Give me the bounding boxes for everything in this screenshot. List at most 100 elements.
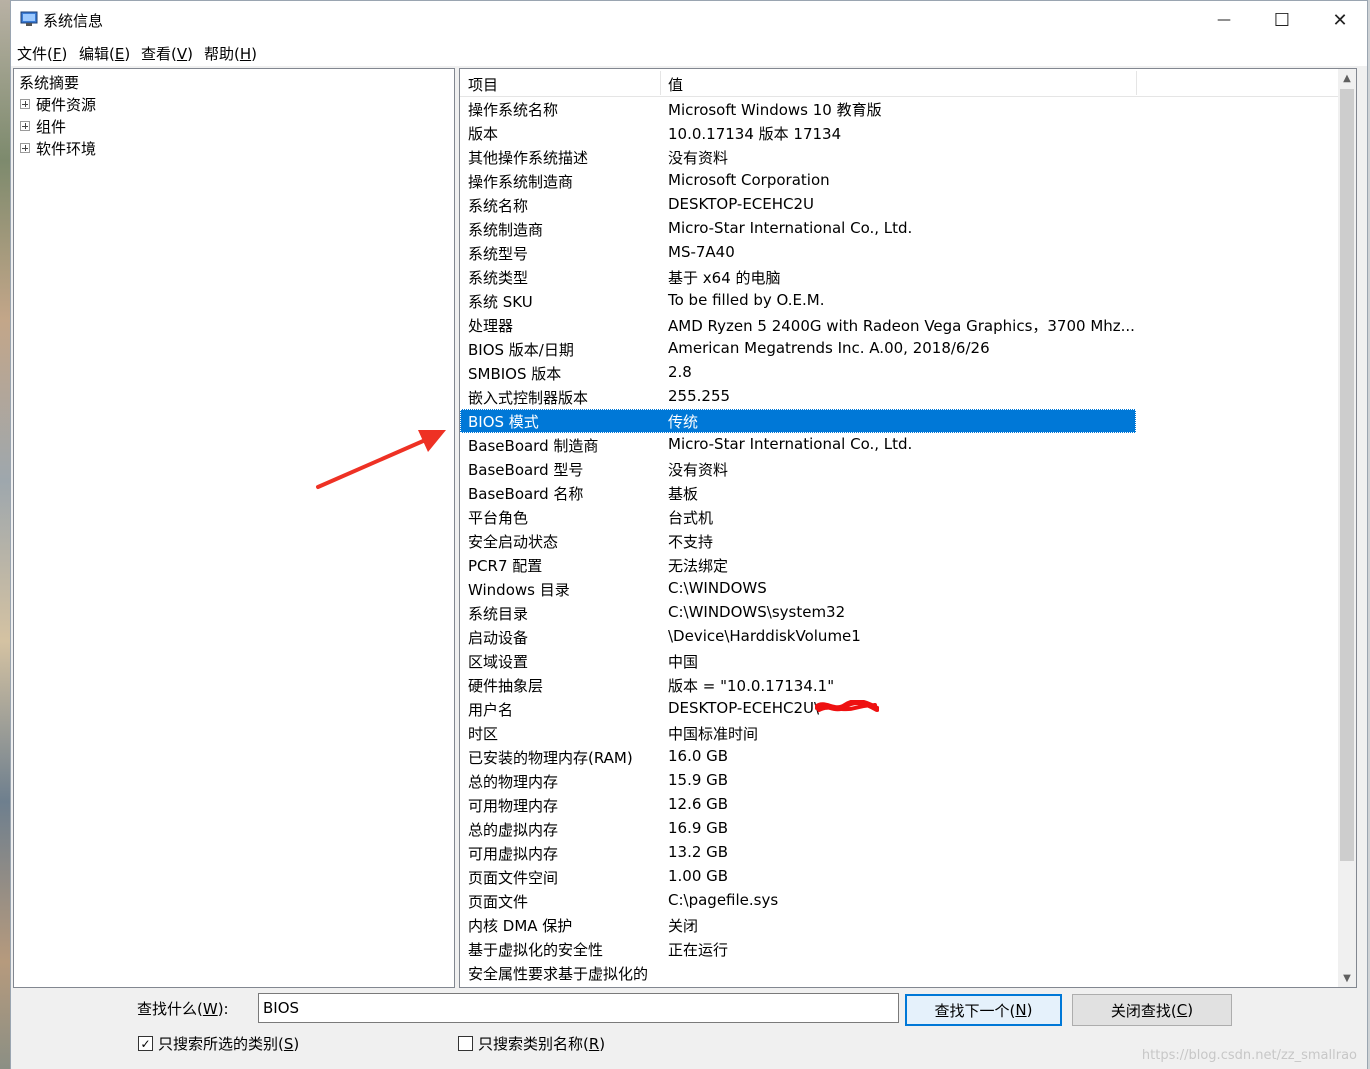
details-list[interactable]: 项目 值 操作系统名称 Microsoft Windows 10 教育版 版本 10.… xyxy=(459,68,1357,988)
list-row[interactable]: 用户名 DESKTOP-ECEHC2U\ xyxy=(460,697,1136,721)
list-row[interactable]: 系统制造商 Micro-Star International Co., Ltd. xyxy=(460,217,1136,241)
menu-file[interactable]: 文件(F) xyxy=(17,43,67,64)
row-value-cell: 2.8 xyxy=(668,363,692,381)
column-divider[interactable] xyxy=(1136,71,1137,95)
list-row[interactable]: 时区 中国标准时间 xyxy=(460,721,1136,745)
checkbox-unchecked-icon[interactable] xyxy=(458,1036,473,1051)
list-row[interactable]: 操作系统制造商 Microsoft Corporation xyxy=(460,169,1136,193)
list-row[interactable]: 系统名称 DESKTOP-ECEHC2U xyxy=(460,193,1136,217)
column-header-value[interactable]: 值 xyxy=(668,74,683,95)
list-row[interactable]: 系统 SKU To be filled by O.E.M. xyxy=(460,289,1136,313)
list-row[interactable]: 操作系统名称 Microsoft Windows 10 教育版 xyxy=(460,97,1136,121)
menu-bar: 文件(F) 编辑(E) 查看(V) 帮助(H) xyxy=(11,39,1367,66)
expand-icon[interactable] xyxy=(20,143,30,153)
row-value-cell: DESKTOP-ECEHC2U\ xyxy=(668,699,820,717)
maximize-icon: ☐ xyxy=(1273,9,1291,31)
list-row[interactable]: Windows 目录 C:\WINDOWS xyxy=(460,577,1136,601)
desktop-background-strip xyxy=(0,0,10,1069)
list-row[interactable]: 嵌入式控制器版本 255.255 xyxy=(460,385,1136,409)
tree-item-system-summary[interactable]: 系统摘要 xyxy=(19,71,79,93)
list-row[interactable]: 总的物理内存 15.9 GB xyxy=(460,769,1136,793)
list-row[interactable]: 安全属性要求基于虚拟化的 xyxy=(460,961,1136,985)
tree-item-software-environment[interactable]: 软件环境 xyxy=(20,137,96,159)
row-value-cell: 16.0 GB xyxy=(668,747,729,765)
list-row[interactable]: 总的虚拟内存 16.9 GB xyxy=(460,817,1136,841)
system-info-app-icon xyxy=(20,11,38,26)
list-row[interactable]: BIOS 版本/日期 American Megatrends Inc. A.00,… xyxy=(460,337,1136,361)
row-item-cell: 系统 SKU xyxy=(468,293,533,311)
redaction-scribble-icon xyxy=(815,700,879,712)
scroll-up-icon[interactable]: ▲ xyxy=(1338,69,1356,87)
row-item-cell: 启动设备 xyxy=(468,629,529,647)
list-row[interactable]: 版本 10.0.17134 版本 17134 xyxy=(460,121,1136,145)
list-row[interactable]: 系统型号 MS-7A40 xyxy=(460,241,1136,265)
list-row[interactable]: 平台角色 台式机 xyxy=(460,505,1136,529)
list-row[interactable]: BaseBoard 型号 没有资料 xyxy=(460,457,1136,481)
list-row[interactable]: 可用虚拟内存 13.2 GB xyxy=(460,841,1136,865)
find-bar: 查找什么(W): 查找下一个(N) 关闭查找(C) ✓ 只搜索所选的类别(S) … xyxy=(11,989,1367,1069)
row-value-cell: American Megatrends Inc. A.00, 2018/6/26 xyxy=(668,339,990,357)
list-row[interactable]: PCR7 配置 无法绑定 xyxy=(460,553,1136,577)
row-item-cell: 其他操作系统描述 xyxy=(468,149,589,167)
list-row[interactable]: 其他操作系统描述 没有资料 xyxy=(460,145,1136,169)
list-row[interactable]: BaseBoard 名称 基板 xyxy=(460,481,1136,505)
list-header: 项目 值 xyxy=(460,69,1338,97)
list-row[interactable]: 基于虚拟化的安全性 正在运行 xyxy=(460,937,1136,961)
vertical-scrollbar[interactable]: ▲ ▼ xyxy=(1338,69,1356,987)
row-item-cell: 总的虚拟内存 xyxy=(468,821,559,839)
row-value-cell: AMD Ryzen 5 2400G with Radeon Vega Graph… xyxy=(668,317,1135,335)
row-item-cell: 区域设置 xyxy=(468,653,529,671)
menu-help[interactable]: 帮助(H) xyxy=(204,43,257,64)
expand-icon[interactable] xyxy=(20,121,30,131)
find-next-button[interactable]: 查找下一个(N) xyxy=(905,994,1062,1026)
checkbox-checked-icon[interactable]: ✓ xyxy=(138,1036,153,1051)
close-button[interactable]: ✕ xyxy=(1311,1,1369,39)
row-value-cell: 没有资料 xyxy=(668,149,729,167)
menu-edit[interactable]: 编辑(E) xyxy=(79,43,130,64)
tree-item-components[interactable]: 组件 xyxy=(20,115,66,137)
column-header-item[interactable]: 项目 xyxy=(468,74,498,95)
scroll-down-icon[interactable]: ▼ xyxy=(1338,969,1356,987)
list-row[interactable]: BaseBoard 制造商 Micro-Star International Co… xyxy=(460,433,1136,457)
list-row[interactable]: 页面文件 C:\pagefile.sys xyxy=(460,889,1136,913)
list-row[interactable]: 系统目录 C:\WINDOWS\system32 xyxy=(460,601,1136,625)
category-tree[interactable]: 系统摘要 硬件资源 组件 软件环境 xyxy=(13,68,455,988)
column-divider[interactable] xyxy=(660,71,661,95)
list-row[interactable]: 硬件抽象层 版本 = "10.0.17134.1" xyxy=(460,673,1136,697)
row-item-cell: 处理器 xyxy=(468,317,514,335)
list-row[interactable]: 处理器 AMD Ryzen 5 2400G with Radeon Vega Gr… xyxy=(460,313,1136,337)
list-row[interactable]: 安全启动状态 不支持 xyxy=(460,529,1136,553)
row-value-cell: 正在运行 xyxy=(668,941,729,959)
row-item-cell: 平台角色 xyxy=(468,509,529,527)
search-selected-category-checkbox[interactable]: ✓ 只搜索所选的类别(S) xyxy=(138,1033,299,1054)
row-value-cell: DESKTOP-ECEHC2U xyxy=(668,195,815,213)
row-item-cell: BaseBoard 制造商 xyxy=(468,437,599,455)
list-row[interactable]: 页面文件空间 1.00 GB xyxy=(460,865,1136,889)
minimize-button[interactable]: — xyxy=(1195,1,1253,39)
row-value-cell: C:\pagefile.sys xyxy=(668,891,779,909)
list-row[interactable]: 已安装的物理内存(RAM) 16.0 GB xyxy=(460,745,1136,769)
find-what-label: 查找什么(W): xyxy=(137,1000,229,1018)
find-input[interactable] xyxy=(258,993,899,1023)
maximize-button[interactable]: ☐ xyxy=(1253,1,1311,39)
list-row[interactable]: SMBIOS 版本 2.8 xyxy=(460,361,1136,385)
menu-view[interactable]: 查看(V) xyxy=(141,43,193,64)
row-value-cell: MS-7A40 xyxy=(668,243,735,261)
tree-item-hardware-resources[interactable]: 硬件资源 xyxy=(20,93,96,115)
list-row[interactable]: 可用物理内存 12.6 GB xyxy=(460,793,1136,817)
row-value-cell: 中国 xyxy=(668,653,699,671)
list-row[interactable]: BIOS 模式 传统 xyxy=(460,409,1136,433)
list-row[interactable]: 内核 DMA 保护 关闭 xyxy=(460,913,1136,937)
row-item-cell: 安全属性要求基于虚拟化的 xyxy=(468,965,649,983)
list-row[interactable]: 区域设置 中国 xyxy=(460,649,1136,673)
expand-icon[interactable] xyxy=(20,99,30,109)
list-row[interactable]: 启动设备 \Device\HarddiskVolume1 xyxy=(460,625,1136,649)
scroll-thumb[interactable] xyxy=(1340,89,1354,861)
search-category-names-checkbox[interactable]: 只搜索类别名称(R) xyxy=(458,1033,605,1054)
row-item-cell: PCR7 配置 xyxy=(468,557,543,575)
row-value-cell: 15.9 GB xyxy=(668,771,729,789)
row-value-cell: 台式机 xyxy=(668,509,714,527)
close-find-button[interactable]: 关闭查找(C) xyxy=(1072,994,1232,1026)
row-value-cell: 基于 x64 的电脑 xyxy=(668,269,781,287)
list-row[interactable]: 系统类型 基于 x64 的电脑 xyxy=(460,265,1136,289)
